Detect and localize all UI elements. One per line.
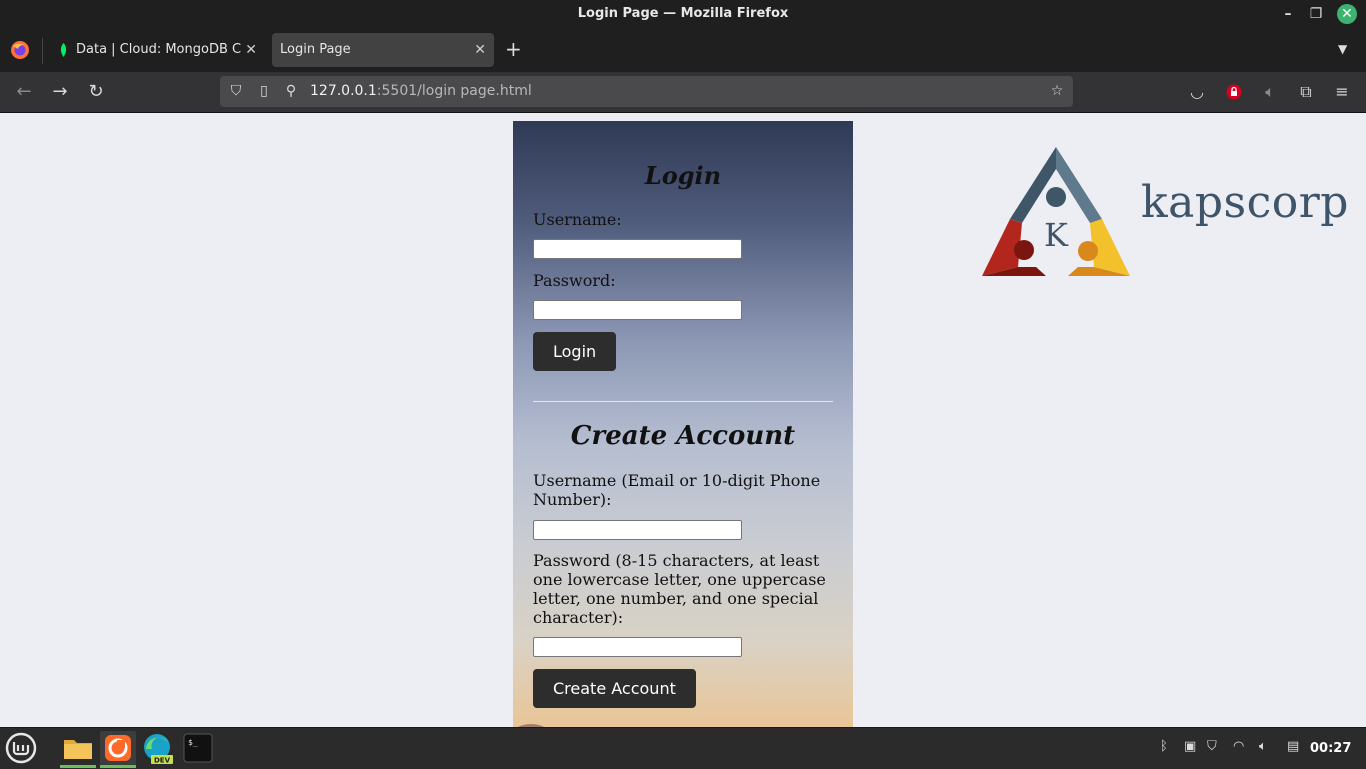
tab-mongodb[interactable]: Data | Cloud: MongoDB Cloud ✕ [50, 33, 265, 67]
close-icon: ✕ [1341, 6, 1353, 22]
login-password-input[interactable] [533, 300, 742, 320]
create-username-label: Username (Email or 10-digit Phone Number… [533, 471, 821, 509]
wifi-icon[interactable]: ◠ [1233, 739, 1244, 754]
bookmark-star-icon[interactable]: ☆ [1048, 82, 1066, 100]
arrow-right-icon: → [52, 81, 68, 102]
create-account-heading: Create Account [570, 421, 796, 451]
app-menu-button[interactable]: ≡ [1331, 81, 1353, 103]
auth-panel: Login Username: Password: Login Create A… [509, 121, 853, 727]
arrow-left-icon: ← [16, 81, 32, 102]
tab-strip: Data | Cloud: MongoDB Cloud ✕ Login Page… [0, 28, 1366, 72]
lock-extension-icon [1226, 84, 1242, 100]
edge-dev-icon: DEV [144, 734, 173, 765]
plus-icon: + [505, 37, 522, 61]
reload-button[interactable]: ↻ [84, 80, 108, 104]
back-button[interactable]: ← [12, 80, 36, 104]
create-username-input[interactable] [533, 520, 742, 540]
reload-icon: ↻ [88, 81, 104, 102]
terminal-icon: $_ [183, 733, 213, 763]
login-username-input[interactable] [533, 239, 742, 259]
hamburger-menu-icon: ≡ [1335, 82, 1349, 101]
close-window-button[interactable]: ✕ [1337, 4, 1357, 24]
speaker-icon: 🔈︎ [1265, 82, 1275, 101]
login-password-label: Password: [533, 271, 616, 290]
tab-login-page[interactable]: Login Page ✕ [272, 33, 494, 67]
tab-close-icon[interactable]: ✕ [245, 33, 257, 67]
firefox-view-icon[interactable] [10, 40, 30, 60]
extension-button[interactable] [1223, 81, 1245, 103]
extensions-button[interactable]: ⧉ [1295, 81, 1317, 103]
window-title: Login Page — Mozilla Firefox [577, 6, 789, 21]
maximize-icon: ❐ [1309, 6, 1323, 22]
minimize-button[interactable]: – [1278, 4, 1298, 24]
kapscorp-triangle-icon: K [982, 147, 1130, 276]
login-button[interactable]: Login [533, 332, 617, 371]
navigation-toolbar: ← → ↻ ⛉ ▯ ⚲ 127.0.0.1:5501/login page.ht… [0, 72, 1366, 113]
permissions-icon[interactable]: ⚲ [282, 82, 300, 100]
firefox-app-button[interactable] [100, 731, 136, 768]
page-content: Login Username: Password: Login Create A… [0, 113, 1366, 727]
chevron-down-icon: ▼ [1338, 42, 1348, 56]
clock[interactable]: 00:27 [1310, 741, 1351, 756]
update-manager-icon[interactable]: ▣ [1184, 739, 1196, 754]
tab-close-icon[interactable]: ✕ [474, 33, 486, 67]
logo-letter: K [1044, 216, 1069, 254]
tab-label: Login Page [280, 42, 351, 57]
files-app-button[interactable] [60, 731, 96, 768]
speaker-button[interactable]: 🔈︎ [1259, 81, 1281, 103]
puzzle-icon: ⧉ [1300, 82, 1312, 101]
mint-menu-button[interactable] [4, 731, 40, 765]
kapscorp-logo: K kapscorp [978, 147, 1348, 281]
mongodb-leaf-icon [60, 43, 67, 57]
edge-badge: DEV [154, 757, 171, 765]
list-all-tabs-button[interactable]: ▼ [1338, 42, 1347, 56]
linux-mint-menu-icon [5, 732, 37, 764]
taskbar: DEV $_ ᛒ ▣ ⛉ ◠ 🔈︎ ▤ 00:27 [0, 727, 1366, 769]
url-path: :5501/login page.html [376, 83, 532, 99]
tab-label: Data | Cloud: MongoDB Cloud [76, 42, 241, 57]
new-tab-button[interactable]: + [505, 39, 522, 59]
forward-button[interactable]: → [48, 80, 72, 104]
maximize-button[interactable]: ❐ [1306, 4, 1326, 24]
brand-name: kapscorp [1141, 177, 1349, 228]
create-password-label: Password (8-15 characters, at least one … [533, 551, 826, 627]
clipboard-icon[interactable]: ▤ [1287, 739, 1299, 754]
create-password-input[interactable] [533, 637, 742, 657]
volume-icon[interactable]: 🔈︎ [1259, 739, 1267, 754]
pocket-button[interactable]: ◡ [1186, 81, 1208, 103]
window-titlebar: Login Page — Mozilla Firefox – ❐ ✕ [0, 0, 1366, 28]
bluetooth-icon[interactable]: ᛒ [1160, 739, 1168, 754]
url-host: 127.0.0.1 [310, 83, 377, 99]
url-text[interactable]: 127.0.0.1:5501/login page.html [310, 83, 532, 99]
url-bar[interactable]: ⛉ ▯ ⚲ 127.0.0.1:5501/login page.html ☆ [220, 76, 1073, 107]
page-icon[interactable]: ▯ [255, 82, 273, 100]
section-divider [533, 401, 833, 402]
login-heading: Login [644, 161, 722, 190]
shield-icon[interactable]: ⛉ [1207, 739, 1217, 754]
login-username-label: Username: [533, 210, 622, 229]
files-icon [64, 740, 92, 759]
tab-separator [42, 38, 43, 64]
minimize-icon: – [1284, 6, 1292, 22]
shield-icon[interactable]: ⛉ [227, 82, 245, 100]
edge-dev-app-button[interactable]: DEV [140, 731, 176, 765]
terminal-app-button[interactable]: $_ [180, 731, 216, 765]
pocket-icon: ◡ [1190, 82, 1204, 101]
firefox-icon [105, 735, 131, 761]
terminal-glyph: $_ [188, 738, 198, 747]
create-account-button[interactable]: Create Account [533, 669, 696, 708]
